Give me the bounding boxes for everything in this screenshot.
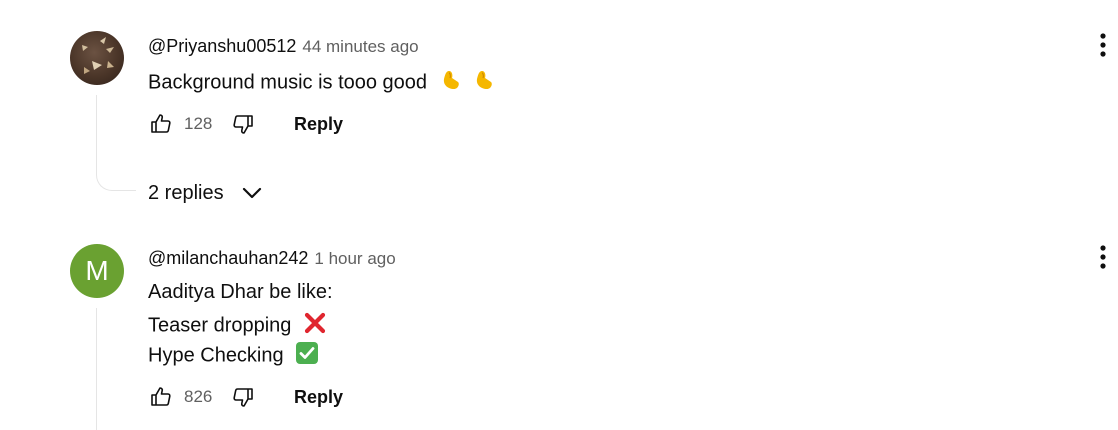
comment-text-line-3: Hype Checking bbox=[148, 344, 284, 367]
more-vert-icon bbox=[1100, 33, 1106, 57]
comment-actions: 826 Reply bbox=[148, 383, 343, 411]
thread-line bbox=[96, 95, 97, 167]
comment-actions: 128 Reply bbox=[148, 110, 343, 138]
thread-connector bbox=[96, 167, 136, 191]
chevron-down-icon bbox=[242, 187, 261, 199]
thumb-down-icon bbox=[233, 115, 253, 134]
view-replies-button[interactable]: 2 replies bbox=[148, 181, 264, 205]
pinched-fingers-emoji-icon bbox=[439, 68, 463, 98]
avatar-photo-icon bbox=[82, 37, 114, 74]
reply-button[interactable]: Reply bbox=[294, 387, 343, 408]
comment-menu-button[interactable] bbox=[1093, 242, 1113, 272]
replies-label: 2 replies bbox=[148, 181, 224, 204]
like-button[interactable] bbox=[148, 384, 174, 410]
avatar[interactable]: M bbox=[70, 244, 124, 298]
comment-menu-button[interactable] bbox=[1093, 30, 1113, 60]
comment-header: @milanchauhan242 1 hour ago bbox=[148, 248, 396, 269]
comment-author[interactable]: @Priyanshu00512 bbox=[148, 36, 296, 57]
avatar-letter: M bbox=[85, 255, 109, 286]
thread-line bbox=[96, 308, 97, 430]
thumb-down-icon bbox=[233, 388, 253, 407]
reply-button[interactable]: Reply bbox=[294, 114, 343, 135]
like-button[interactable] bbox=[148, 111, 174, 137]
comment-text-line: Background music is tooo good bbox=[148, 71, 428, 94]
like-count: 128 bbox=[184, 114, 213, 133]
comment-text-line: Hype Checking bbox=[148, 341, 319, 371]
comment-time[interactable]: 44 minutes ago bbox=[302, 37, 418, 57]
thumb-up-icon bbox=[151, 387, 171, 406]
comment-author[interactable]: @milanchauhan242 bbox=[148, 248, 308, 269]
comment-text-line: Teaser dropping bbox=[148, 311, 327, 341]
comment-text: Background music is tooo good bbox=[148, 68, 496, 98]
cross-mark-emoji-icon bbox=[303, 311, 327, 341]
pinched-fingers-emoji-icon bbox=[472, 68, 496, 98]
comment-time[interactable]: 1 hour ago bbox=[314, 249, 395, 269]
dislike-button[interactable] bbox=[230, 111, 256, 137]
comment-header: @Priyanshu00512 44 minutes ago bbox=[148, 36, 419, 57]
thumb-up-icon bbox=[151, 114, 171, 133]
like-count: 826 bbox=[184, 387, 213, 406]
comment-text-line-2: Teaser dropping bbox=[148, 314, 292, 337]
comment-text-line: Aaditya Dhar be like: bbox=[148, 281, 333, 304]
comment-text-line-1: Aaditya Dhar be like: bbox=[148, 281, 333, 303]
more-vert-icon bbox=[1100, 245, 1106, 269]
avatar[interactable] bbox=[70, 31, 124, 85]
check-mark-button-emoji-icon bbox=[295, 341, 319, 371]
dislike-button[interactable] bbox=[230, 384, 256, 410]
